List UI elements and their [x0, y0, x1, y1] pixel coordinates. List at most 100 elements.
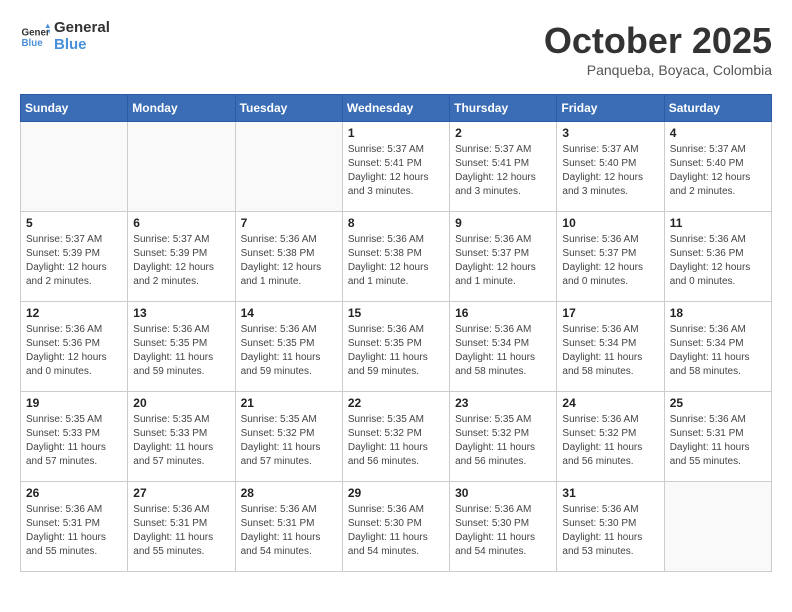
day-number: 29 — [348, 486, 444, 500]
day-cell: 1 Sunrise: 5:37 AM Sunset: 5:41 PM Daylig… — [342, 122, 449, 212]
day-cell: 30Sunrise: 5:36 AM Sunset: 5:30 PM Dayli… — [450, 482, 557, 572]
day-cell: 14Sunrise: 5:36 AM Sunset: 5:35 PM Dayli… — [235, 302, 342, 392]
day-cell: 28Sunrise: 5:36 AM Sunset: 5:31 PM Dayli… — [235, 482, 342, 572]
svg-text:General: General — [22, 27, 51, 38]
day-number: 9 — [455, 216, 551, 230]
day-number: 6 — [133, 216, 229, 230]
logo-text-blue: Blue — [54, 37, 110, 54]
day-info: Sunrise: 5:36 AM Sunset: 5:38 PM Dayligh… — [241, 233, 337, 289]
day-number: 25 — [670, 396, 766, 410]
calendar-header-row: SundayMondayTuesdayWednesdayThursdayFrid… — [21, 95, 772, 122]
logo: General Blue General Blue — [20, 20, 110, 53]
day-cell: 13 Sunrise: 5:36 AM Sunset: 5:35 PM Dayli… — [128, 302, 235, 392]
day-number: 13 — [133, 306, 229, 320]
month-title: October 2025 — [544, 20, 772, 62]
logo-text-general: General — [54, 20, 110, 37]
week-row-1: 1 Sunrise: 5:37 AM Sunset: 5:41 PM Daylig… — [21, 122, 772, 212]
day-info: Sunrise: 5:37 AM Sunset: 5:40 PM Dayligh… — [670, 143, 766, 199]
day-info: Sunrise: 5:35 AM Sunset: 5:33 PM Dayligh… — [26, 413, 122, 469]
day-number: 8 — [348, 216, 444, 230]
day-info: Sunrise: 5:35 AM Sunset: 5:32 PM Dayligh… — [455, 413, 551, 469]
day-info: Sunrise: 5:35 AM Sunset: 5:32 PM Dayligh… — [348, 413, 444, 469]
day-info: Sunrise: 5:36 AM Sunset: 5:35 PM Dayligh… — [133, 323, 229, 379]
column-header-saturday: Saturday — [664, 95, 771, 122]
day-cell: 4 Sunrise: 5:37 AM Sunset: 5:40 PM Daylig… — [664, 122, 771, 212]
column-header-tuesday: Tuesday — [235, 95, 342, 122]
day-cell: 23 Sunrise: 5:35 AM Sunset: 5:32 PM Dayli… — [450, 392, 557, 482]
day-info: Sunrise: 5:36 AM Sunset: 5:36 PM Dayligh… — [670, 233, 766, 289]
day-cell: 21Sunrise: 5:35 AM Sunset: 5:32 PM Dayli… — [235, 392, 342, 482]
day-number: 15 — [348, 306, 444, 320]
day-info: Sunrise: 5:36 AM Sunset: 5:35 PM Dayligh… — [241, 323, 337, 379]
day-number: 24 — [562, 396, 658, 410]
day-info: Sunrise: 5:36 AM Sunset: 5:30 PM Dayligh… — [562, 503, 658, 559]
day-cell: 31 Sunrise: 5:36 AM Sunset: 5:30 PM Dayli… — [557, 482, 664, 572]
column-header-sunday: Sunday — [21, 95, 128, 122]
day-cell: 12 Sunrise: 5:36 AM Sunset: 5:36 PM Dayli… — [21, 302, 128, 392]
day-number: 21 — [241, 396, 337, 410]
day-info: Sunrise: 5:37 AM Sunset: 5:41 PM Dayligh… — [455, 143, 551, 199]
day-info: Sunrise: 5:36 AM Sunset: 5:31 PM Dayligh… — [133, 503, 229, 559]
day-cell: 9 Sunrise: 5:36 AM Sunset: 5:37 PM Daylig… — [450, 212, 557, 302]
day-info: Sunrise: 5:36 AM Sunset: 5:30 PM Dayligh… — [348, 503, 444, 559]
day-cell: 16 Sunrise: 5:36 AM Sunset: 5:34 PM Dayli… — [450, 302, 557, 392]
day-cell — [128, 122, 235, 212]
day-info: Sunrise: 5:36 AM Sunset: 5:34 PM Dayligh… — [562, 323, 658, 379]
day-number: 7 — [241, 216, 337, 230]
day-cell: 29 Sunrise: 5:36 AM Sunset: 5:30 PM Dayli… — [342, 482, 449, 572]
day-cell: 19 Sunrise: 5:35 AM Sunset: 5:33 PM Dayli… — [21, 392, 128, 482]
day-info: Sunrise: 5:36 AM Sunset: 5:38 PM Dayligh… — [348, 233, 444, 289]
column-header-friday: Friday — [557, 95, 664, 122]
day-number: 16 — [455, 306, 551, 320]
day-info: Sunrise: 5:35 AM Sunset: 5:33 PM Dayligh… — [133, 413, 229, 469]
day-cell: 18Sunrise: 5:36 AM Sunset: 5:34 PM Dayli… — [664, 302, 771, 392]
day-number: 26 — [26, 486, 122, 500]
day-info: Sunrise: 5:36 AM Sunset: 5:37 PM Dayligh… — [562, 233, 658, 289]
header: General Blue General Blue October 2025 P… — [20, 20, 772, 78]
title-section: October 2025 Panqueba, Boyaca, Colombia — [544, 20, 772, 78]
day-info: Sunrise: 5:36 AM Sunset: 5:34 PM Dayligh… — [670, 323, 766, 379]
day-info: Sunrise: 5:36 AM Sunset: 5:31 PM Dayligh… — [26, 503, 122, 559]
column-header-thursday: Thursday — [450, 95, 557, 122]
day-number: 22 — [348, 396, 444, 410]
day-number: 28 — [241, 486, 337, 500]
day-number: 23 — [455, 396, 551, 410]
day-cell: 10 Sunrise: 5:36 AM Sunset: 5:37 PM Dayli… — [557, 212, 664, 302]
day-number: 19 — [26, 396, 122, 410]
day-number: 1 — [348, 126, 444, 140]
week-row-3: 12 Sunrise: 5:36 AM Sunset: 5:36 PM Dayli… — [21, 302, 772, 392]
day-number: 2 — [455, 126, 551, 140]
column-header-wednesday: Wednesday — [342, 95, 449, 122]
day-number: 27 — [133, 486, 229, 500]
day-cell: 15Sunrise: 5:36 AM Sunset: 5:35 PM Dayli… — [342, 302, 449, 392]
day-info: Sunrise: 5:37 AM Sunset: 5:39 PM Dayligh… — [26, 233, 122, 289]
day-info: Sunrise: 5:36 AM Sunset: 5:37 PM Dayligh… — [455, 233, 551, 289]
day-number: 31 — [562, 486, 658, 500]
day-cell — [235, 122, 342, 212]
svg-text:Blue: Blue — [22, 38, 44, 49]
day-cell: 22 Sunrise: 5:35 AM Sunset: 5:32 PM Dayli… — [342, 392, 449, 482]
day-cell: 6 Sunrise: 5:37 AM Sunset: 5:39 PM Daylig… — [128, 212, 235, 302]
day-info: Sunrise: 5:37 AM Sunset: 5:40 PM Dayligh… — [562, 143, 658, 199]
day-number: 3 — [562, 126, 658, 140]
day-number: 17 — [562, 306, 658, 320]
day-cell: 5 Sunrise: 5:37 AM Sunset: 5:39 PM Daylig… — [21, 212, 128, 302]
day-info: Sunrise: 5:36 AM Sunset: 5:30 PM Dayligh… — [455, 503, 551, 559]
week-row-4: 19 Sunrise: 5:35 AM Sunset: 5:33 PM Dayli… — [21, 392, 772, 482]
day-info: Sunrise: 5:37 AM Sunset: 5:41 PM Dayligh… — [348, 143, 444, 199]
day-info: Sunrise: 5:36 AM Sunset: 5:34 PM Dayligh… — [455, 323, 551, 379]
day-number: 10 — [562, 216, 658, 230]
day-cell: 26 Sunrise: 5:36 AM Sunset: 5:31 PM Dayli… — [21, 482, 128, 572]
day-info: Sunrise: 5:37 AM Sunset: 5:39 PM Dayligh… — [133, 233, 229, 289]
day-cell: 17 Sunrise: 5:36 AM Sunset: 5:34 PM Dayli… — [557, 302, 664, 392]
day-cell: 27 Sunrise: 5:36 AM Sunset: 5:31 PM Dayli… — [128, 482, 235, 572]
day-number: 20 — [133, 396, 229, 410]
day-cell: 3 Sunrise: 5:37 AM Sunset: 5:40 PM Daylig… — [557, 122, 664, 212]
day-number: 12 — [26, 306, 122, 320]
day-info: Sunrise: 5:36 AM Sunset: 5:36 PM Dayligh… — [26, 323, 122, 379]
day-number: 5 — [26, 216, 122, 230]
day-cell — [664, 482, 771, 572]
day-number: 4 — [670, 126, 766, 140]
day-info: Sunrise: 5:36 AM Sunset: 5:32 PM Dayligh… — [562, 413, 658, 469]
day-number: 11 — [670, 216, 766, 230]
